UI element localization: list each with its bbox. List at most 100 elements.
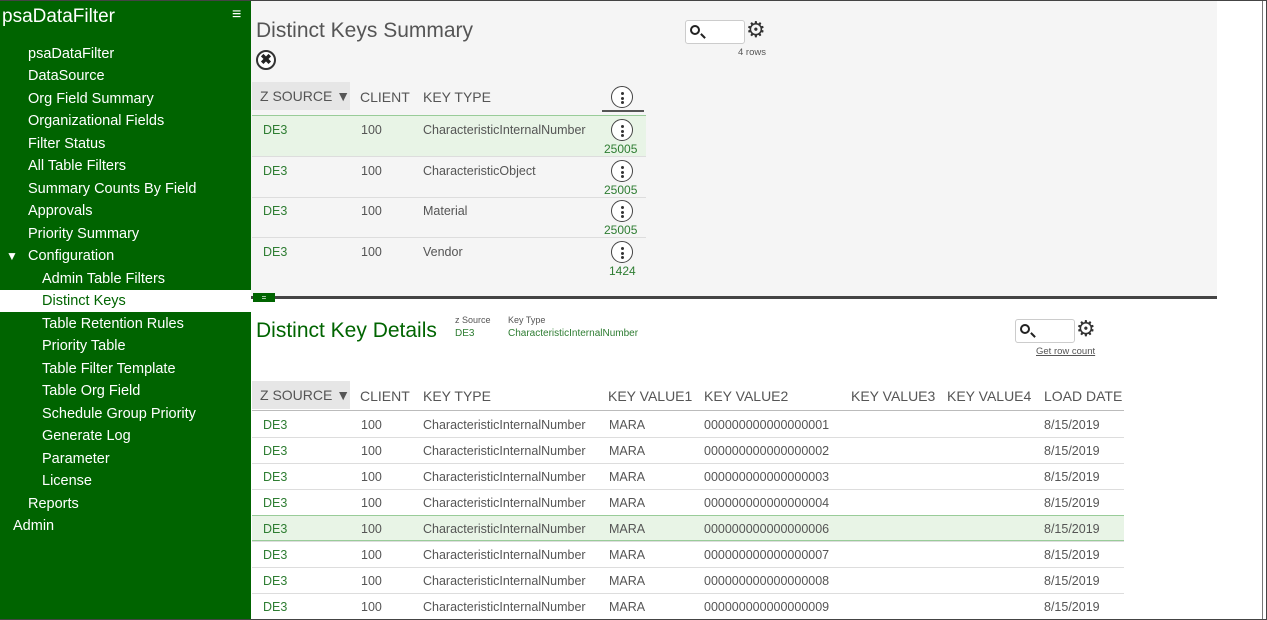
summary-cell-key-type: Material [423, 204, 468, 218]
details-cell-kv2: 000000000000000007 [704, 548, 830, 562]
details-col-key-value1[interactable]: KEY VALUE1 [608, 388, 692, 404]
row-count-value: 25005 [604, 142, 638, 156]
summary-col-key-type[interactable]: KEY TYPE [423, 89, 491, 105]
filter-value-z-source: DE3 [455, 328, 475, 339]
splitter-handle[interactable]: = [253, 293, 275, 302]
details-cell-client: 100 [361, 600, 382, 614]
details-cell-key-type: CharacteristicInternalNumber [423, 548, 586, 562]
row-count-value: 25005 [604, 183, 638, 197]
filter-value-key-type: CharacteristicInternalNumber [508, 328, 639, 339]
details-cell-z-source[interactable]: DE3 [263, 522, 287, 536]
details-cell-z-source[interactable]: DE3 [263, 496, 287, 510]
details-settings-gear-icon[interactable]: ⚙ [1076, 318, 1096, 340]
summary-search-input[interactable] [685, 20, 745, 44]
get-row-count-link[interactable]: Get row count [1036, 346, 1095, 357]
details-cell-kv1: MARA [609, 522, 646, 536]
summary-settings-gear-icon[interactable]: ⚙ [746, 19, 766, 41]
details-search-input[interactable] [1015, 319, 1075, 343]
sidebar-item-admin-table-filters[interactable]: Admin Table Filters [0, 268, 251, 290]
details-cell-load-date: 8/15/2019 [1044, 600, 1100, 614]
summary-cell-z-source[interactable]: DE3 [263, 164, 287, 178]
sidebar-item-all-table-filters[interactable]: All Table Filters [0, 155, 251, 177]
sidebar-item-label: All Table Filters [28, 158, 127, 174]
sidebar-item-table-org-field[interactable]: Table Org Field [0, 380, 251, 402]
sidebar-item-table-retention-rules[interactable]: Table Retention Rules [0, 313, 251, 335]
sidebar-item-admin[interactable]: Admin [0, 515, 251, 537]
sidebar-item-summary-counts-by-field[interactable]: Summary Counts By Field [0, 178, 251, 200]
details-cell-z-source[interactable]: DE3 [263, 574, 287, 588]
summary-cell-z-source[interactable]: DE3 [263, 204, 287, 218]
summary-col-client[interactable]: CLIENT [360, 89, 410, 105]
sidebar-item-parameter[interactable]: Parameter [0, 448, 251, 470]
details-cell-kv2: 000000000000000003 [704, 470, 830, 484]
sidebar-item-datasource[interactable]: DataSource [0, 65, 251, 87]
details-cell-load-date: 8/15/2019 [1044, 548, 1100, 562]
details-cell-z-source[interactable]: DE3 [263, 548, 287, 562]
filter-label-key-type: Key Type [508, 315, 546, 325]
summary-col-z-source[interactable]: Z SOURCE ▼ [252, 82, 350, 110]
details-cell-kv1: MARA [609, 444, 646, 458]
row-menu-icon[interactable] [611, 160, 633, 182]
details-col-key-value4[interactable]: KEY VALUE4 [947, 388, 1031, 404]
details-cell-client: 100 [361, 522, 382, 536]
sidebar-item-schedule-group-priority[interactable]: Schedule Group Priority [0, 403, 251, 425]
details-cell-key-type: CharacteristicInternalNumber [423, 444, 586, 458]
summary-row-count: 4 rows [738, 47, 766, 58]
summary-cell-z-source[interactable]: DE3 [263, 123, 287, 137]
splitter[interactable] [251, 296, 1217, 299]
sidebar-item-organizational-fields[interactable]: Organizational Fields [0, 110, 251, 132]
details-cell-kv2: 000000000000000009 [704, 600, 830, 614]
sidebar-item-psadatafilter[interactable]: psaDataFilter [0, 43, 251, 65]
sidebar-item-table-filter-template[interactable]: Table Filter Template [0, 358, 251, 380]
details-cell-client: 100 [361, 470, 382, 484]
summary-cell-client: 100 [361, 204, 382, 218]
sidebar-item-filter-status[interactable]: Filter Status [0, 133, 251, 155]
details-col-key-type[interactable]: KEY TYPE [423, 388, 491, 404]
summary-cell-z-source[interactable]: DE3 [263, 245, 287, 259]
details-cell-kv1: MARA [609, 574, 646, 588]
row-menu-icon[interactable] [611, 241, 633, 263]
sidebar-item-label: Admin [13, 518, 55, 534]
sidebar-item-generate-log[interactable]: Generate Log [0, 425, 251, 447]
right-margin [1217, 0, 1262, 620]
row-menu-icon[interactable] [611, 119, 633, 141]
sidebar-item-priority-table[interactable]: Priority Table [0, 335, 251, 357]
details-col-z-source[interactable]: Z SOURCE ▼ [252, 381, 350, 409]
sidebar-item-label: DataSource [28, 68, 105, 84]
search-icon [1020, 324, 1030, 334]
sidebar-item-distinct-keys[interactable]: Distinct Keys [0, 290, 251, 312]
sidebar-item-label: Parameter [42, 451, 110, 467]
expand-caret-icon[interactable]: ▼ [6, 245, 20, 267]
sidebar-item-reports[interactable]: Reports [0, 493, 251, 515]
hamburger-icon[interactable]: ≡ [232, 6, 241, 24]
sidebar-item-priority-summary[interactable]: Priority Summary [0, 223, 251, 245]
details-cell-key-type: CharacteristicInternalNumber [423, 418, 586, 432]
details-cell-z-source[interactable]: DE3 [263, 418, 287, 432]
sidebar-item-label: Approvals [28, 203, 93, 219]
details-cell-load-date: 8/15/2019 [1044, 522, 1100, 536]
details-cell-kv2: 000000000000000001 [704, 418, 830, 432]
row-menu-icon[interactable] [611, 200, 633, 222]
details-col-load-date[interactable]: LOAD DATE [1044, 388, 1122, 404]
sidebar-item-approvals[interactable]: Approvals [0, 200, 251, 222]
sidebar-item-license[interactable]: License [0, 470, 251, 492]
details-col-key-value2[interactable]: KEY VALUE2 [704, 388, 788, 404]
details-cell-client: 100 [361, 496, 382, 510]
sidebar-item-configuration[interactable]: ▼ Configuration [0, 245, 251, 267]
column-menu-icon[interactable] [611, 86, 633, 108]
details-cell-z-source[interactable]: DE3 [263, 470, 287, 484]
details-col-key-value3[interactable]: KEY VALUE3 [851, 388, 935, 404]
sidebar-item-org-field-summary[interactable]: Org Field Summary [0, 88, 251, 110]
sidebar-item-label: Summary Counts By Field [28, 181, 197, 197]
sidebar-item-label: Admin Table Filters [42, 271, 166, 287]
details-col-client[interactable]: CLIENT [360, 388, 410, 404]
row-count-value: 25005 [604, 223, 638, 237]
app-title: psaDataFilter [2, 6, 115, 27]
close-icon[interactable]: ✖ [256, 50, 276, 70]
sidebar-item-label: Priority Summary [28, 226, 140, 242]
details-cell-key-type: CharacteristicInternalNumber [423, 574, 586, 588]
sidebar-item-label: Priority Table [42, 338, 126, 354]
details-cell-key-type: CharacteristicInternalNumber [423, 470, 586, 484]
details-cell-z-source[interactable]: DE3 [263, 600, 287, 614]
details-cell-z-source[interactable]: DE3 [263, 444, 287, 458]
